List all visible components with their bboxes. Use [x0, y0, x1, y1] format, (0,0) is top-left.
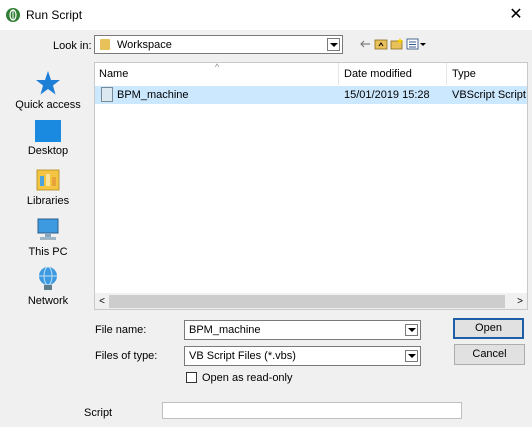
chevron-down-icon[interactable]	[405, 350, 418, 362]
open-button[interactable]: Open	[453, 318, 524, 339]
window-title: Run Script	[26, 8, 83, 22]
place-quick-access[interactable]: Quick access	[6, 70, 90, 111]
read-only-checkbox[interactable]	[186, 372, 197, 383]
file-name: BPM_machine	[117, 89, 189, 101]
file-type-dropdown[interactable]: VB Script Files (*.vbs)	[184, 346, 421, 366]
file-list[interactable]: Name ^ Date modified Type BPM_machine 15…	[94, 62, 528, 310]
sort-up-icon: ^	[215, 62, 220, 72]
column-divider[interactable]	[338, 63, 339, 85]
file-type-label: Files of type:	[95, 350, 158, 362]
column-header-name[interactable]: Name	[99, 68, 128, 80]
place-label: Desktop	[27, 145, 69, 157]
app-icon	[6, 8, 20, 22]
look-in-value: Workspace	[117, 39, 172, 51]
chevron-down-icon[interactable]	[405, 324, 418, 336]
scroll-right-icon[interactable]: >	[513, 293, 527, 309]
place-this-pc[interactable]: This PC	[6, 217, 90, 258]
file-row[interactable]: BPM_machine 15/01/2019 15:28 VBScript Sc…	[95, 86, 527, 104]
column-header-date[interactable]: Date modified	[344, 68, 412, 80]
read-only-label[interactable]: Open as read-only	[202, 372, 293, 384]
file-name-value: BPM_machine	[189, 324, 261, 336]
file-name-input[interactable]: BPM_machine	[184, 320, 421, 340]
file-date: 15/01/2019 15:28	[344, 89, 430, 101]
file-name-label: File name:	[95, 324, 147, 336]
folder-icon	[100, 39, 110, 50]
star-icon	[35, 70, 61, 96]
new-folder-icon[interactable]	[390, 37, 404, 51]
place-label: Network	[27, 295, 69, 307]
file-type-value: VB Script Files (*.vbs)	[189, 350, 296, 362]
horizontal-scrollbar[interactable]: < >	[95, 293, 527, 309]
column-header-type[interactable]: Type	[452, 68, 476, 80]
back-icon[interactable]	[358, 37, 372, 51]
place-network[interactable]: Network	[6, 266, 90, 307]
look-in-dropdown[interactable]: Workspace	[94, 35, 343, 54]
column-divider[interactable]	[446, 63, 447, 85]
cancel-button[interactable]: Cancel	[454, 344, 525, 365]
look-in-label: Look in:	[53, 40, 92, 52]
up-folder-icon[interactable]	[374, 37, 388, 51]
file-list-header: Name ^ Date modified Type	[95, 63, 527, 85]
view-menu-icon[interactable]	[406, 37, 428, 51]
scroll-left-icon[interactable]: <	[95, 293, 109, 309]
file-type: VBScript Script File	[452, 89, 527, 101]
script-file-icon	[101, 87, 113, 102]
desktop-icon	[35, 120, 61, 142]
title-bar: Run Script ✕	[0, 0, 532, 30]
place-desktop[interactable]: Desktop	[6, 120, 90, 157]
place-libraries[interactable]: Libraries	[6, 168, 90, 207]
close-button[interactable]: ✕	[502, 2, 530, 28]
scroll-thumb[interactable]	[109, 295, 505, 308]
libraries-icon	[36, 168, 60, 192]
chevron-down-icon[interactable]	[327, 38, 340, 51]
script-label: Script	[84, 407, 113, 419]
computer-icon	[35, 217, 61, 243]
place-label: This PC	[28, 246, 68, 258]
place-label: Quick access	[15, 99, 81, 111]
network-icon	[35, 266, 61, 292]
place-label: Libraries	[26, 195, 70, 207]
script-input[interactable]	[162, 402, 462, 419]
